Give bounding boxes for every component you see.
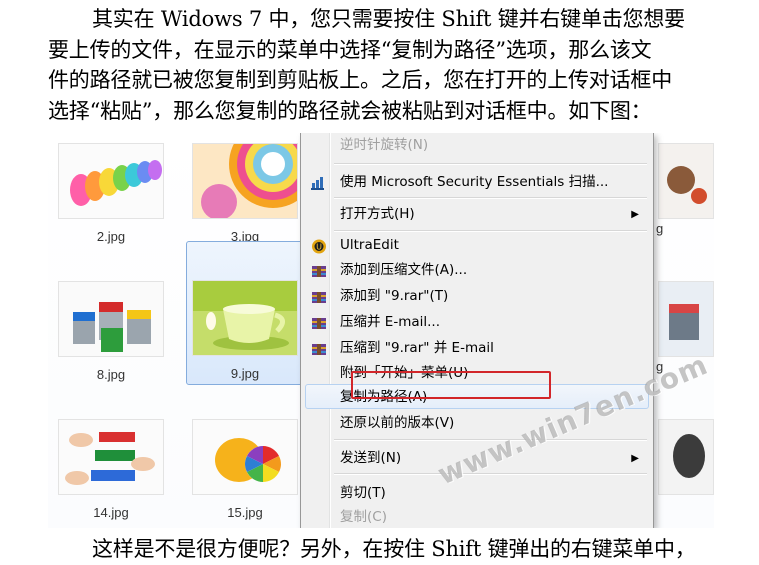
file-item-8jpg[interactable]: 8.jpg	[56, 279, 166, 391]
menu-item-label: 剪切(T)	[340, 485, 386, 501]
file-item-15jpg[interactable]: 15.jpg	[190, 417, 300, 528]
menu-item-label: UltraEdit	[340, 237, 399, 253]
thumbnail-image	[192, 419, 298, 495]
thumbnail-image	[58, 419, 164, 495]
intro-line-2: 要上传的文件，在显示的菜单中选择“复制为路径”选项，那么该文	[48, 37, 652, 62]
winrar-icon	[311, 263, 327, 278]
followup-paragraph: 这样是不是很方便呢？另外，在按住 Shift 键弹出的右键菜单中，	[48, 534, 728, 565]
svg-text:U: U	[316, 243, 322, 252]
ultraedit-icon: U	[311, 238, 327, 254]
submenu-arrow-icon: ▶	[631, 453, 639, 464]
menu-separator	[334, 230, 647, 232]
menu-item-compress-9rar-email[interactable]: 压缩到 "9.rar" 并 E-mail	[305, 336, 649, 361]
file-item-14jpg[interactable]: 14.jpg	[56, 417, 166, 528]
file-name-partial: g	[656, 221, 664, 236]
file-name: 2.jpg	[96, 229, 126, 244]
menu-item-cut[interactable]: 剪切(T)	[305, 481, 649, 506]
thumbnail-image	[658, 419, 714, 495]
menu-item-label: 复制(C)	[340, 509, 387, 525]
menu-item-label: 逆时针旋转(N)	[340, 137, 429, 153]
menu-item-label: 使用 Microsoft Security Essentials 扫描...	[340, 174, 609, 190]
thumbnail-image	[192, 143, 298, 219]
winrar-icon	[311, 341, 327, 356]
menu-item-label: 压缩到 "9.rar" 并 E-mail	[340, 340, 494, 356]
right-thumbnail-column: g g	[652, 133, 714, 528]
menu-item-add-to-archive[interactable]: 添加到压缩文件(A)...	[305, 258, 649, 283]
menu-item-add-to-9rar[interactable]: 添加到 "9.rar"(T)	[305, 284, 649, 309]
intro-paragraph: 其实在 Widows 7 中，您只需要按住 Shift 键并右键单击您想要 要上…	[48, 4, 728, 126]
intro-line-4: 选择“粘贴”，那么您复制的路径就会被粘贴到对话框中。如下图：	[48, 98, 652, 123]
thumbnail-image	[58, 143, 164, 219]
menu-item-label: 发送到(N)	[340, 450, 402, 466]
thumbnail-image	[658, 143, 714, 219]
menu-item-open-with[interactable]: 打开方式(H) ▶	[305, 202, 649, 227]
submenu-arrow-icon: ▶	[631, 209, 639, 220]
menu-separator	[334, 163, 647, 165]
winrar-icon	[311, 315, 327, 330]
intro-line-3: 件的路径就已被您复制到剪贴板上。之后，您在打开的上传对话框中	[48, 68, 672, 92]
winrar-icon	[311, 289, 327, 304]
menu-item-label: 压缩并 E-mail...	[340, 314, 440, 330]
file-name: 14.jpg	[93, 505, 129, 520]
menu-item-label: 还原以前的版本(V)	[340, 415, 455, 431]
file-item-2jpg[interactable]: 2.jpg	[56, 141, 166, 253]
followup-line-1: 这样是不是很方便呢？另外，在按住 Shift 键弹出的右键菜单中，	[92, 537, 696, 561]
menu-item-label: 添加到 "9.rar"(T)	[340, 288, 449, 304]
menu-separator	[334, 197, 647, 199]
menu-item-label: 添加到压缩文件(A)...	[340, 262, 468, 278]
menu-item-compress-email[interactable]: 压缩并 E-mail...	[305, 310, 649, 335]
highlight-box	[351, 371, 551, 399]
intro-line-1: 其实在 Widows 7 中，您只需要按住 Shift 键并右键单击您想要	[92, 7, 685, 31]
file-name: 15.jpg	[227, 505, 263, 520]
file-item-3jpg[interactable]: 3.jpg	[190, 141, 300, 253]
menu-item-copy[interactable]: 复制(C)	[305, 505, 649, 528]
embedded-screenshot: 2.jpg 3.jpg 8.jpg 9.jpg 14.jpg 15.jpg g …	[48, 133, 714, 528]
menu-item-ultraedit[interactable]: U UltraEdit	[305, 233, 649, 258]
menu-item-mse-scan[interactable]: 使用 Microsoft Security Essentials 扫描...	[305, 170, 649, 195]
security-essentials-icon	[311, 175, 327, 190]
menu-item-label: 打开方式(H)	[340, 206, 415, 222]
menu-separator	[334, 473, 647, 475]
thumbnail-image	[192, 280, 298, 356]
thumbnail-image	[58, 281, 164, 357]
file-name: 9.jpg	[230, 366, 260, 381]
file-item-9jpg-selected[interactable]: 9.jpg	[186, 241, 304, 385]
file-explorer-view: 2.jpg 3.jpg 8.jpg 9.jpg 14.jpg 15.jpg g …	[48, 133, 714, 528]
thumbnail-image	[658, 281, 714, 357]
menu-item-rotate-left[interactable]: 逆时针旋转(N)	[305, 133, 649, 158]
file-name: 8.jpg	[96, 367, 126, 382]
